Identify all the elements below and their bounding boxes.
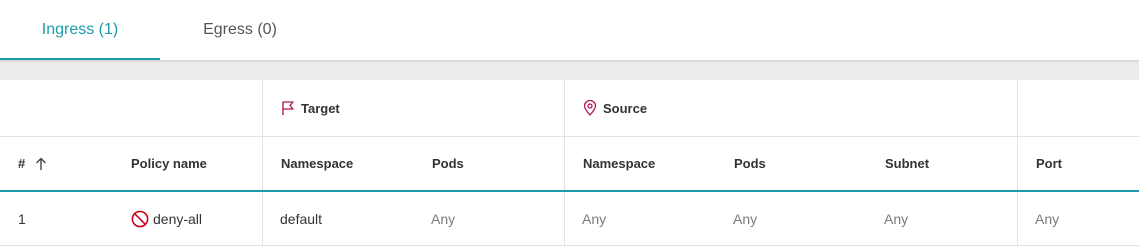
column-port-label: Port [1036, 156, 1062, 171]
group-target-label: Target [301, 100, 340, 116]
policy-name[interactable]: deny-all [153, 211, 202, 227]
column-header-row: # Policy name Namespace Pods Namespace P… [0, 137, 1139, 192]
target-pods-value: Any [431, 210, 456, 227]
deny-icon [131, 210, 149, 228]
cell-target-namespace: default [280, 192, 322, 245]
column-index-label: # [18, 156, 26, 171]
cell-port: Any [1035, 192, 1059, 245]
cell-source-subnet: Any [884, 192, 908, 245]
column-header-policy-name[interactable]: Policy name [131, 137, 207, 190]
tab-bar: Ingress (1) Egress (0) [0, 0, 1139, 60]
map-pin-icon [582, 100, 598, 116]
source-namespace-value: Any [582, 210, 607, 227]
column-target-pods-label: Pods [432, 156, 464, 171]
source-pods-value: Any [733, 210, 758, 227]
column-header-port[interactable]: Port [1036, 137, 1062, 190]
tab-ingress[interactable]: Ingress (1) [0, 0, 160, 60]
row-index: 1 [18, 210, 26, 227]
group-target: Target [280, 80, 340, 136]
cell-index: 1 [18, 192, 26, 245]
table-row[interactable]: 1 deny-all default Any Any Any Any Any [0, 192, 1139, 246]
tab-egress-label: Egress (0) [203, 21, 277, 38]
cell-source-pods: Any [733, 192, 757, 245]
tab-egress[interactable]: Egress (0) [160, 0, 320, 60]
column-source-pods-label: Pods [734, 156, 766, 171]
column-header-index[interactable]: # [18, 137, 47, 190]
column-policy-name-label: Policy name [131, 156, 207, 171]
arrow-up-icon[interactable] [35, 157, 47, 171]
column-source-namespace-label: Namespace [583, 156, 656, 171]
column-source-subnet-label: Subnet [885, 156, 930, 171]
column-header-source-namespace[interactable]: Namespace [583, 137, 655, 190]
cell-policy-name: deny-all [131, 192, 202, 245]
column-header-target-pods[interactable]: Pods [432, 137, 464, 190]
group-header-row: Target Source [0, 80, 1139, 137]
column-header-source-subnet[interactable]: Subnet [885, 137, 929, 190]
column-header-source-pods[interactable]: Pods [734, 137, 766, 190]
column-header-target-namespace[interactable]: Namespace [281, 137, 353, 190]
port-value: Any [1035, 210, 1060, 227]
column-target-namespace-label: Namespace [281, 156, 354, 171]
section-divider [0, 60, 1139, 80]
source-subnet-value: Any [884, 210, 909, 227]
rules-table: Target Source # Policy name Namespace Po… [0, 80, 1139, 247]
target-namespace-value: default [280, 210, 323, 227]
cell-source-namespace: Any [582, 192, 606, 245]
cell-target-pods: Any [431, 192, 455, 245]
tab-ingress-label: Ingress (1) [41, 21, 119, 38]
flag-icon [280, 100, 296, 116]
group-source-label: Source [603, 100, 648, 116]
group-source: Source [582, 80, 647, 136]
